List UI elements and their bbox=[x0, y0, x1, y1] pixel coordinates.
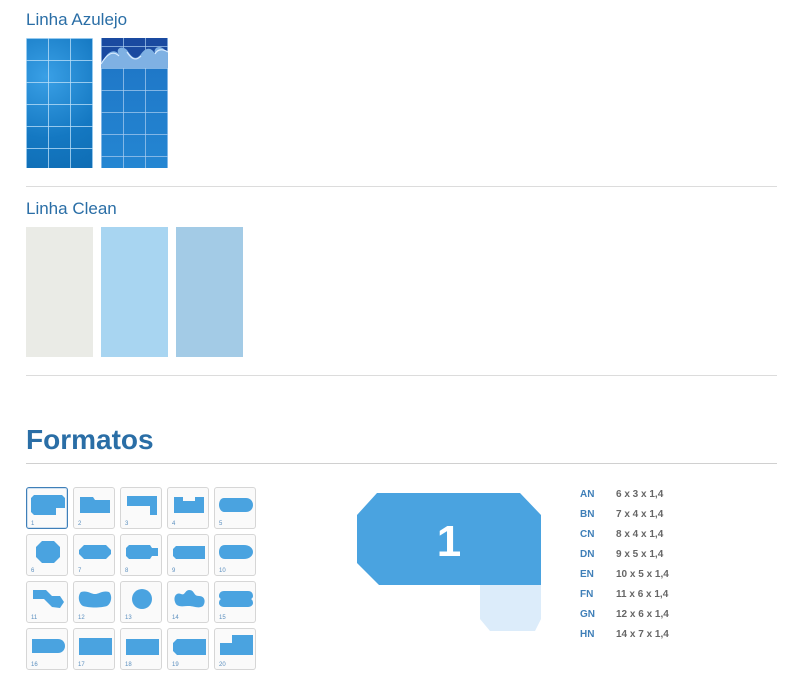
shape-number: 20 bbox=[219, 662, 226, 668]
pool-shape-icon bbox=[174, 497, 204, 513]
dimension-size: 8 x 4 x 1,4 bbox=[616, 529, 664, 540]
pool-shape-icon bbox=[126, 545, 158, 559]
pool-shape-icon bbox=[173, 546, 205, 559]
dimension-row: GN 12 x 6 x 1,4 bbox=[580, 609, 700, 623]
pool-shape-icon bbox=[33, 590, 64, 608]
dimension-row: AN 6 x 3 x 1,4 bbox=[580, 489, 700, 503]
shape-button-13[interactable]: 13 bbox=[120, 581, 162, 623]
dimension-code: FN bbox=[580, 589, 594, 600]
shape-number: 16 bbox=[31, 662, 38, 668]
shape-button-6[interactable]: 6 bbox=[26, 534, 68, 576]
divider bbox=[26, 463, 777, 464]
shape-button-17[interactable]: 17 bbox=[73, 628, 115, 670]
pool-shape-icon bbox=[219, 545, 253, 559]
shape-button-18[interactable]: 18 bbox=[120, 628, 162, 670]
swatch-clean-3[interactable] bbox=[176, 227, 243, 357]
shape-number: 18 bbox=[125, 662, 132, 668]
shape-button-16[interactable]: 16 bbox=[26, 628, 68, 670]
shape-number: 4 bbox=[172, 521, 176, 527]
dimension-row: EN 10 x 5 x 1,4 bbox=[580, 569, 700, 583]
wave-pattern-icon bbox=[101, 47, 168, 68]
shape-number: 1 bbox=[31, 521, 35, 527]
divider bbox=[26, 186, 777, 187]
dimension-code: AN bbox=[580, 489, 595, 500]
dimension-row: HN 14 x 7 x 1,4 bbox=[580, 629, 700, 643]
shape-number: 8 bbox=[125, 568, 129, 574]
shape-number: 9 bbox=[172, 568, 176, 574]
pool-shape-icon bbox=[220, 635, 253, 655]
shape-number: 2 bbox=[78, 521, 82, 527]
pool-shape-icon bbox=[173, 639, 206, 655]
shape-button-12[interactable]: 12 bbox=[73, 581, 115, 623]
dimension-row: FN 11 x 6 x 1,4 bbox=[580, 589, 700, 603]
dimension-size: 14 x 7 x 1,4 bbox=[616, 629, 669, 640]
pool-shape-icon bbox=[126, 639, 159, 655]
swatch-clean-2[interactable] bbox=[101, 227, 168, 357]
dimension-code: BN bbox=[580, 509, 595, 520]
pool-shape-icon bbox=[79, 638, 112, 655]
dimension-size: 7 x 4 x 1,4 bbox=[616, 509, 664, 520]
shape-button-7[interactable]: 7 bbox=[73, 534, 115, 576]
dimension-row: BN 7 x 4 x 1,4 bbox=[580, 509, 700, 523]
shape-button-14[interactable]: 14 bbox=[167, 581, 209, 623]
dimension-code: GN bbox=[580, 609, 595, 620]
shape-number: 14 bbox=[172, 615, 179, 621]
pool-shape-icon bbox=[78, 591, 112, 608]
shape-number: 12 bbox=[78, 615, 85, 621]
shape-button-19[interactable]: 19 bbox=[167, 628, 209, 670]
section-title-azulejo: Linha Azulejo bbox=[26, 10, 128, 29]
shape-button-3[interactable]: 3 bbox=[120, 487, 162, 529]
formatos-title: Formatos bbox=[26, 424, 154, 455]
shape-button-15[interactable]: 15 bbox=[214, 581, 256, 623]
shape-button-11[interactable]: 11 bbox=[26, 581, 68, 623]
pool-shape-icon bbox=[31, 495, 65, 515]
pool-shape-icon bbox=[127, 496, 157, 515]
pool-shape-icon bbox=[132, 589, 152, 609]
pool-shape-icon bbox=[219, 591, 253, 607]
pool-shape-icon bbox=[80, 497, 110, 513]
section-title-clean: Linha Clean bbox=[26, 199, 117, 218]
shape-number: 7 bbox=[78, 568, 82, 574]
dimension-size: 9 x 5 x 1,4 bbox=[616, 549, 664, 560]
dimension-code: HN bbox=[580, 629, 595, 640]
shape-number: 6 bbox=[31, 568, 35, 574]
pool-shape-icon bbox=[36, 541, 60, 563]
swatch-azulejo-2[interactable] bbox=[101, 38, 168, 168]
shape-number: 13 bbox=[125, 615, 132, 621]
pool-shape-icon bbox=[219, 498, 253, 512]
shape-button-9[interactable]: 9 bbox=[167, 534, 209, 576]
shape-button-8[interactable]: 8 bbox=[120, 534, 162, 576]
shape-button-10[interactable]: 10 bbox=[214, 534, 256, 576]
dimension-row: DN 9 x 5 x 1,4 bbox=[580, 549, 700, 563]
dimension-size: 10 x 5 x 1,4 bbox=[616, 569, 669, 580]
dimension-code: EN bbox=[580, 569, 594, 580]
pool-shape-icon bbox=[79, 545, 111, 559]
divider bbox=[26, 375, 777, 376]
shape-number: 15 bbox=[219, 615, 226, 621]
swatch-clean-1[interactable] bbox=[26, 227, 93, 357]
shape-button-1[interactable]: 1 bbox=[26, 487, 68, 529]
shape-button-2[interactable]: 2 bbox=[73, 487, 115, 529]
pool-shape-icon bbox=[174, 590, 205, 608]
dimension-size: 12 x 6 x 1,4 bbox=[616, 609, 669, 620]
dimension-size: 6 x 3 x 1,4 bbox=[616, 489, 664, 500]
dimension-code: DN bbox=[580, 549, 595, 560]
pool-shape-icon bbox=[32, 639, 65, 653]
selected-shape-number: 1 bbox=[436, 517, 462, 566]
shape-number: 17 bbox=[78, 662, 85, 668]
dimension-size: 11 x 6 x 1,4 bbox=[616, 589, 669, 600]
swatch-azulejo-1[interactable] bbox=[26, 38, 93, 168]
shape-button-20[interactable]: 20 bbox=[214, 628, 256, 670]
shape-number: 19 bbox=[172, 662, 179, 668]
shape-number: 3 bbox=[125, 521, 129, 527]
dimension-row: CN 8 x 4 x 1,4 bbox=[580, 529, 700, 543]
shape-button-5[interactable]: 5 bbox=[214, 487, 256, 529]
shape-number: 10 bbox=[219, 568, 226, 574]
dimension-code: CN bbox=[580, 529, 595, 540]
shape-preview: 1 bbox=[357, 493, 547, 638]
shape-button-4[interactable]: 4 bbox=[167, 487, 209, 529]
shape-number: 5 bbox=[219, 521, 223, 527]
shape-number: 11 bbox=[31, 615, 38, 621]
